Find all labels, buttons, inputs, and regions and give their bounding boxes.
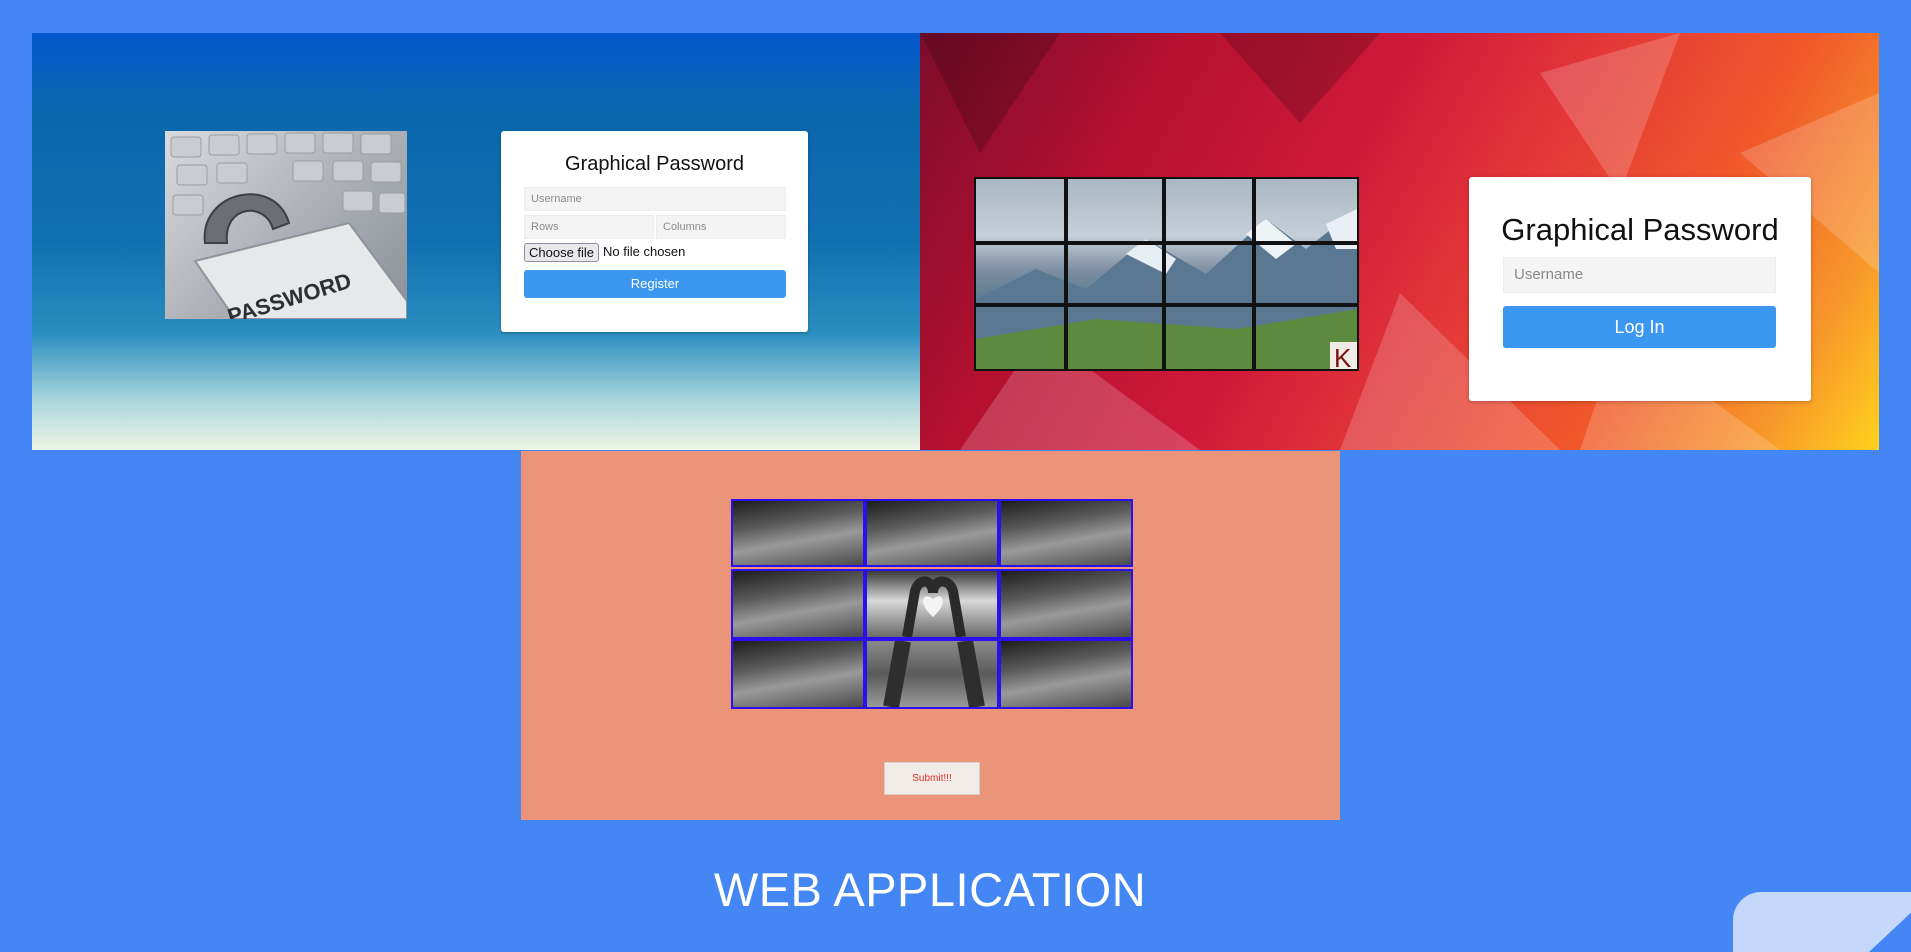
password-lock-image: PASSWORD [165, 131, 407, 319]
login-username-input[interactable]: Username [1503, 257, 1776, 293]
grid-cell[interactable] [999, 569, 1133, 639]
grid-cell[interactable] [999, 639, 1133, 709]
file-status-text: No file chosen [603, 244, 686, 259]
login-title: Graphical Password [1501, 212, 1779, 247]
register-screen-panel: PASSWORD Graphical Password Username Row… [32, 33, 920, 450]
columns-input[interactable]: Columns [656, 215, 786, 239]
keyboard-lock-illustration: PASSWORD [170, 132, 407, 319]
login-button[interactable]: Log In [1503, 306, 1776, 348]
select-grid-panel: Submit!!! [521, 451, 1340, 820]
grid-cell[interactable] [865, 499, 999, 567]
grid-cell[interactable] [731, 499, 865, 567]
mountain-grid-image: K [976, 179, 1357, 369]
submit-button[interactable]: Submit!!! [884, 762, 980, 795]
login-screen-panel: K Graphical Password Username Log In [920, 33, 1879, 450]
slide-caption: WEB APPLICATION [713, 863, 1147, 916]
heart-image-grid [731, 499, 1133, 709]
corner-decoration [1733, 892, 1911, 952]
grid-cell[interactable] [865, 639, 999, 709]
choose-file-button[interactable]: Choose file [524, 243, 600, 262]
grid-cell[interactable] [731, 639, 865, 709]
grid-cell[interactable] [865, 569, 999, 639]
rows-input[interactable]: Rows [524, 215, 654, 239]
register-form-card: Graphical Password Username Rows Columns… [501, 131, 808, 332]
register-title: Graphical Password [565, 153, 744, 175]
arms-icon [883, 641, 985, 707]
login-form-card: Graphical Password Username Log In [1469, 177, 1811, 401]
grid-watermark: K [1334, 343, 1352, 369]
grid-cell[interactable] [731, 569, 865, 639]
grid-cell[interactable] [999, 499, 1133, 567]
login-image-grid[interactable]: K [974, 177, 1359, 371]
username-input[interactable]: Username [524, 187, 786, 211]
heart-hands-icon [902, 576, 966, 637]
register-button[interactable]: Register [524, 270, 786, 298]
